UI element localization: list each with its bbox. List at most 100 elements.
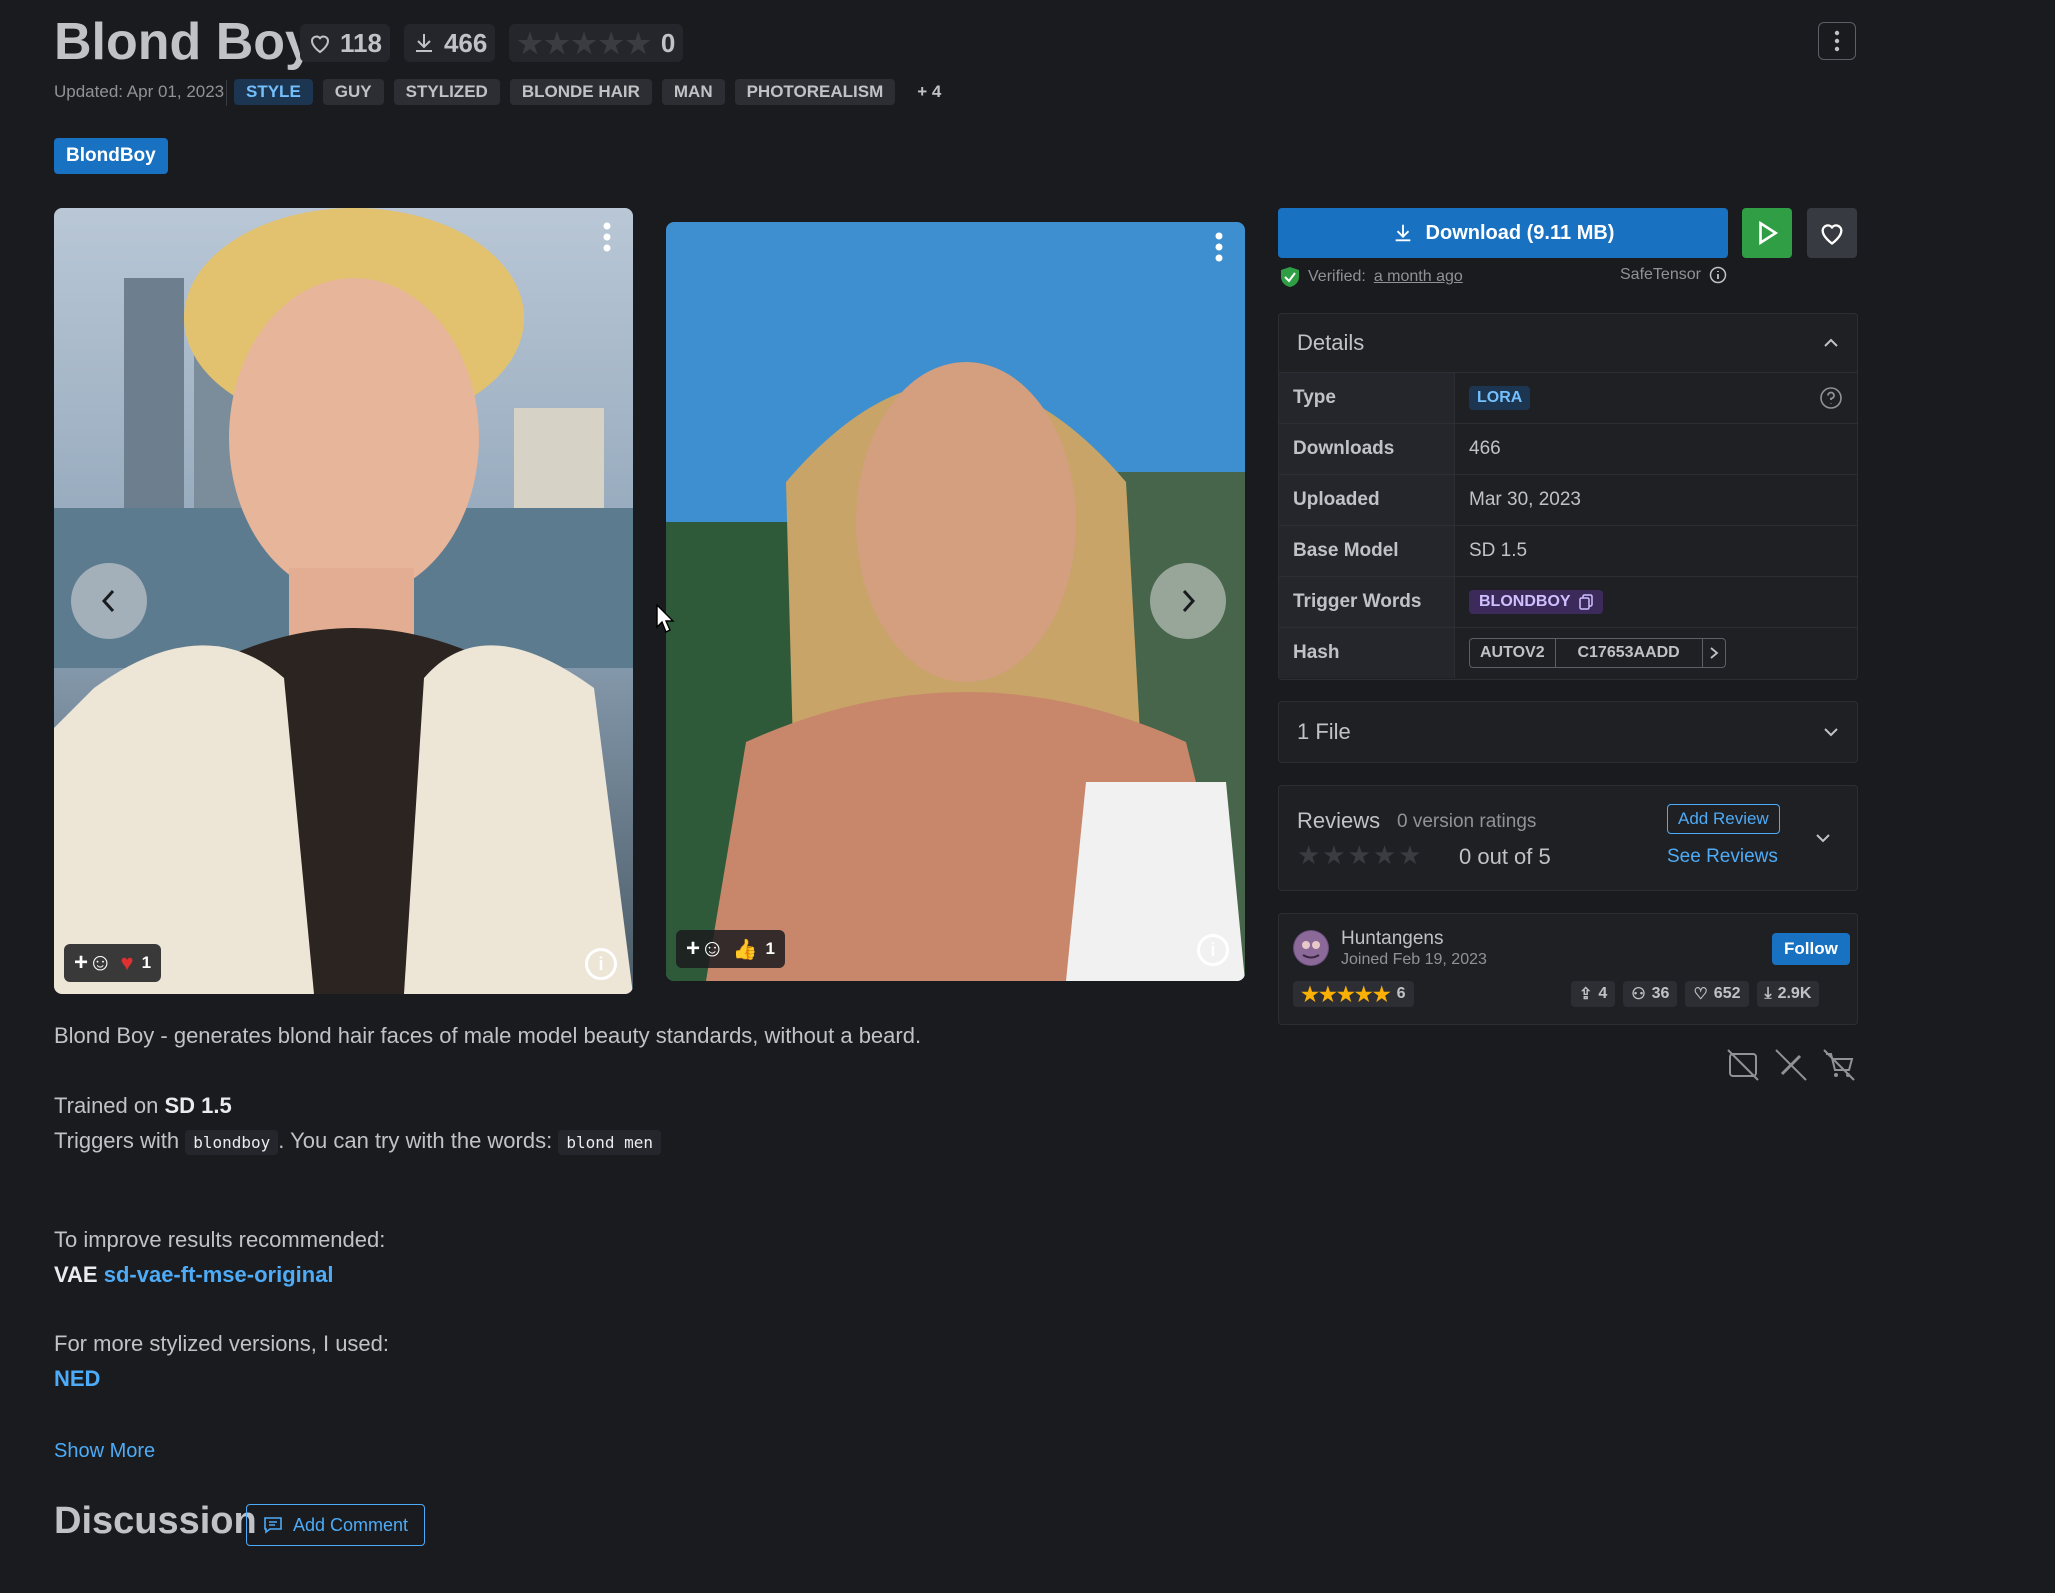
download-icon: [1395, 224, 1410, 242]
creator-stars: ★★★★★: [1301, 983, 1391, 1006]
trigger-badge[interactable]: BlondBoy: [54, 138, 168, 174]
downloads-key: Downloads: [1279, 424, 1455, 474]
downloads-stat: 466: [403, 24, 496, 62]
creator-downloads-count: 2.9K: [1777, 985, 1812, 1002]
hash-type: AUTOV2: [1470, 639, 1556, 667]
uploads-stat: ⇪ 4: [1571, 981, 1616, 1007]
safetensor-info: SafeTensor: [1620, 266, 1727, 284]
likes-stat[interactable]: 118: [300, 24, 390, 62]
more-menu-button[interactable]: [1818, 22, 1856, 60]
thumbs-up-icon[interactable]: 👍: [733, 937, 758, 962]
add-reaction-icon[interactable]: +☺: [74, 949, 113, 977]
model-description: Blond Boy - generates blond hair faces o…: [54, 1018, 1244, 1396]
details-row-type: Type LORA: [1279, 372, 1857, 423]
verified-time-link[interactable]: a month ago: [1374, 268, 1463, 286]
stylized-line: For more stylized versions, I used:: [54, 1331, 390, 1356]
follow-button[interactable]: Follow: [1772, 933, 1850, 965]
download-button[interactable]: Download (9.11 MB): [1278, 208, 1728, 258]
more-tags-button[interactable]: + 4: [905, 79, 953, 105]
tag-stylized[interactable]: STYLIZED: [393, 79, 500, 105]
creator-name[interactable]: Huntangens: [1341, 928, 1443, 950]
tag-guy[interactable]: GUY: [322, 79, 384, 105]
uploaded-key: Uploaded: [1279, 475, 1455, 525]
trained-model: SD 1.5: [164, 1093, 232, 1118]
info-icon[interactable]: [1709, 266, 1727, 284]
reviews-toggle[interactable]: [1815, 830, 1831, 848]
heart-icon: [1821, 224, 1843, 245]
files-header[interactable]: 1 File: [1279, 702, 1857, 762]
carousel-prev-button[interactable]: [71, 563, 147, 639]
creator-rating-count: 6: [1396, 985, 1406, 1002]
rating-stat[interactable]: ★★★★★ 0: [509, 24, 684, 62]
type-key: Type: [1279, 373, 1455, 423]
mouse-cursor: [656, 603, 676, 639]
tag-style[interactable]: STYLE: [234, 79, 313, 105]
creator-downloads-stat: ⤓ 2.9K: [1756, 981, 1820, 1007]
review-stars: ★★★★★: [1297, 840, 1424, 870]
tag-photorealism[interactable]: PHOTOREALISM: [734, 79, 896, 105]
rating-stars: ★★★★★: [517, 27, 653, 59]
triggers-prefix: Triggers with: [54, 1128, 186, 1153]
no-selling-icon: [1823, 1049, 1855, 1081]
add-reaction-icon[interactable]: +☺: [686, 935, 725, 963]
image-1-menu-button[interactable]: [603, 222, 611, 257]
image-2-reactions[interactable]: +☺ 👍 1: [676, 930, 785, 968]
stats-row: 118 466 ★★★★★ 0: [300, 24, 684, 62]
show-more-link[interactable]: Show More: [54, 1440, 155, 1463]
triggers-line: Triggers with blondboy. You can try with…: [54, 1123, 1244, 1160]
favorite-button[interactable]: [1807, 208, 1857, 258]
followers-stat: ⚇ 36: [1623, 981, 1678, 1007]
vae-link[interactable]: sd-vae-ft-mse-original: [104, 1262, 334, 1287]
dots-vertical-icon: [1834, 30, 1840, 52]
hash-next-button[interactable]: [1703, 639, 1725, 667]
creator-card: Huntangens Joined Feb 19, 2023 Follow ★★…: [1278, 913, 1858, 1025]
gallery-image-1[interactable]: +☺ ♥ 1 i: [54, 208, 633, 994]
users-icon: ⚇: [1631, 986, 1646, 1003]
tag-man[interactable]: MAN: [661, 79, 725, 105]
trained-prefix: Trained on: [54, 1093, 165, 1118]
safetensor-label: SafeTensor: [1620, 266, 1701, 283]
run-button[interactable]: [1742, 208, 1792, 258]
uploads-count: 4: [1598, 985, 1608, 1002]
add-review-button[interactable]: Add Review: [1667, 804, 1780, 834]
page-title: Blond Boy: [54, 13, 314, 71]
info-icon[interactable]: i: [585, 948, 617, 980]
trigger-word-badge[interactable]: BLONDBOY: [1469, 590, 1603, 614]
gallery-image-2[interactable]: +☺ 👍 1 i: [666, 222, 1245, 981]
trigger-word: BLONDBOY: [1479, 593, 1571, 610]
add-comment-button[interactable]: Add Comment: [246, 1504, 426, 1546]
downloads-value: 466: [1469, 438, 1501, 459]
no-image-generation-icon: [1727, 1049, 1759, 1081]
tag-blonde-hair[interactable]: BLONDE HAIR: [509, 79, 652, 105]
copy-icon[interactable]: [1578, 594, 1593, 610]
ned-link[interactable]: NED: [54, 1361, 1244, 1396]
details-row-uploaded: Uploaded Mar 30, 2023: [1279, 474, 1857, 525]
base-model-key: Base Model: [1279, 526, 1455, 576]
hash-box[interactable]: AUTOV2 C17653AADD: [1469, 638, 1726, 668]
reviews-panel: Reviews 0 version ratings ★★★★★ 0 out of…: [1278, 785, 1858, 891]
see-reviews-link[interactable]: See Reviews: [1667, 846, 1778, 868]
chevron-right-icon: [1710, 647, 1719, 659]
chevron-left-icon: [101, 589, 115, 613]
details-header[interactable]: Details: [1279, 314, 1857, 372]
carousel-next-button[interactable]: [1150, 563, 1226, 639]
divider: [226, 80, 227, 106]
image-2-menu-button[interactable]: [1215, 232, 1223, 267]
trigger-key: Trigger Words: [1279, 577, 1455, 627]
heart-reaction-icon[interactable]: ♥: [121, 950, 134, 976]
followers-count: 36: [1651, 985, 1670, 1002]
creator-rating: ★★★★★ 6: [1293, 981, 1414, 1007]
files-panel[interactable]: 1 File: [1278, 701, 1858, 763]
trigger-code: blondboy: [185, 1130, 279, 1155]
help-icon[interactable]: [1819, 386, 1843, 410]
verified-status: Verified: a month ago: [1280, 266, 1463, 288]
info-icon[interactable]: i: [1197, 934, 1229, 966]
dots-vertical-icon: [1215, 232, 1223, 262]
image-1-reactions[interactable]: +☺ ♥ 1: [64, 944, 162, 982]
cursor-arrow-icon: [656, 603, 675, 633]
avatar[interactable]: [1293, 930, 1329, 966]
download-label: Download (9.11 MB): [1425, 221, 1615, 244]
chevron-down-icon: [1824, 728, 1838, 737]
reaction-count: 1: [765, 939, 775, 958]
improve-line: To improve results recommended:: [54, 1227, 386, 1252]
